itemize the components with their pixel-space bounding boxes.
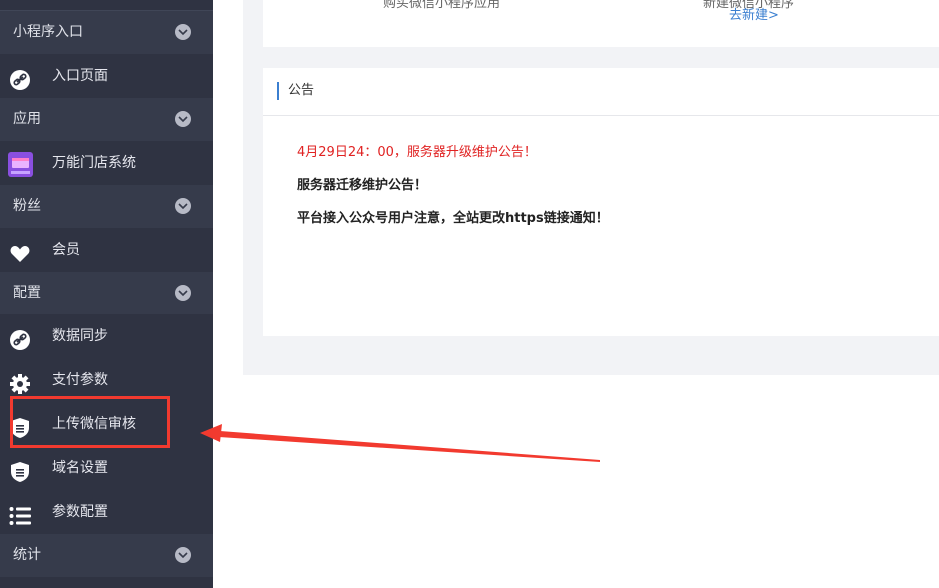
link-icon [9, 65, 31, 90]
list-icon [9, 501, 31, 525]
sidebar-section-label: 统计 [13, 547, 41, 563]
shield-icon [9, 457, 31, 482]
sidebar-item-label: 参数配置 [52, 504, 108, 520]
sidebar-item-label: 入口页面 [52, 68, 108, 84]
sidebar-item-members[interactable]: 会员 [0, 228, 213, 272]
sidebar-section-config[interactable]: 配置 [0, 272, 213, 315]
chevron-down-icon [175, 111, 191, 127]
top-card: 购买微信小程序应用 新建微信小程序 去新建> [263, 0, 939, 47]
notice-title: 公告 [288, 83, 315, 98]
sidebar-item-store-system[interactable]: 万能门店系统 [0, 141, 213, 185]
chevron-down-icon [175, 198, 191, 214]
chevron-down-icon [175, 547, 191, 563]
sidebar-section-label: 小程序入口 [13, 24, 83, 40]
sidebar-item-entry-page[interactable]: 入口页面 [0, 54, 213, 98]
sidebar-section-miniprogram-entry[interactable]: 小程序入口 [0, 11, 213, 54]
chevron-down-icon [175, 285, 191, 301]
notice-header: 公告 [263, 68, 939, 116]
store-app-icon [8, 151, 33, 177]
sidebar: 小程序入口 入口页面 应用 万能门店系统 粉丝 会员 配置 数据同步 支付参数 … [0, 0, 213, 588]
sidebar-section-label: 应用 [13, 111, 41, 127]
sidebar-section-label: 配置 [13, 285, 41, 301]
sidebar-section-fans[interactable]: 粉丝 [0, 185, 213, 228]
title-accent-bar [277, 82, 279, 100]
sidebar-item-data-sync[interactable]: 数据同步 [0, 314, 213, 358]
notice-item[interactable]: 服务器迁移维护公告！ [297, 177, 427, 195]
sidebar-item-label: 数据同步 [52, 328, 108, 344]
gear-icon [9, 369, 31, 394]
chevron-down-icon [175, 24, 191, 40]
sidebar-item-label: 会员 [52, 242, 80, 258]
link-icon [9, 325, 31, 350]
create-new-link[interactable]: 去新建> [729, 4, 779, 23]
heart-icon [9, 239, 31, 262]
notice-panel: 公告 4月29日24：00，服务器升级维护公告！ 服务器迁移维护公告！ 平台接入… [263, 68, 939, 336]
sidebar-section-stats[interactable]: 统计 [0, 534, 213, 577]
notice-item[interactable]: 4月29日24：00，服务器升级维护公告！ [297, 144, 537, 162]
sidebar-item-param-config[interactable]: 参数配置 [0, 490, 213, 534]
sidebar-item-label: 万能门店系统 [52, 155, 136, 171]
annotation-highlight-box [10, 396, 170, 448]
sidebar-item-label: 域名设置 [52, 460, 108, 476]
cut-off-text: 购买微信小程序应用 [383, 0, 501, 11]
sidebar-section-label: 粉丝 [13, 198, 41, 214]
sidebar-section-apps[interactable]: 应用 [0, 98, 213, 141]
sidebar-item-domain-settings[interactable]: 域名设置 [0, 446, 213, 490]
sidebar-item-cut-off [0, 577, 213, 588]
sidebar-top-strip [0, 0, 213, 10]
notice-item[interactable]: 平台接入公众号用户注意，全站更改https链接通知！ [297, 210, 609, 228]
annotation-arrow [200, 424, 600, 462]
